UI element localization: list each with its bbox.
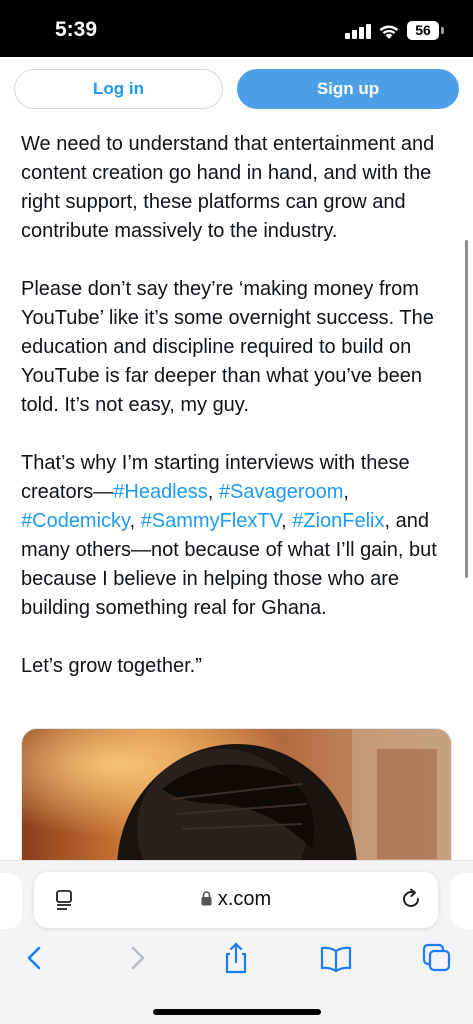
signup-button[interactable]: Sign up [237, 69, 459, 109]
address-bar[interactable]: x.com [34, 872, 438, 928]
hashtag-zionfelix[interactable]: #ZionFelix [292, 510, 384, 532]
forward-icon[interactable] [120, 941, 154, 975]
paragraph-4: Let’s grow together.” [21, 655, 202, 677]
next-tab-peek[interactable] [451, 873, 473, 929]
login-button[interactable]: Log in [14, 69, 223, 109]
status-bar: 5:39 56 [0, 0, 473, 57]
paragraph-3: That’s why I’m starting interviews with … [21, 452, 437, 619]
paragraph-2: Please don’t say they’re ‘making money f… [21, 278, 434, 416]
home-indicator[interactable] [153, 1009, 321, 1015]
back-icon[interactable] [18, 941, 52, 975]
auth-bar: Log in Sign up [0, 57, 473, 121]
hashtag-sammyflextv[interactable]: #SammyFlexTV [141, 510, 281, 532]
wifi-icon [379, 25, 399, 39]
hashtag-headless[interactable]: #Headless [113, 481, 208, 503]
browser-toolbar: x.com [0, 860, 473, 1024]
paragraph-1: We need to understand that entertainment… [21, 133, 435, 242]
share-icon[interactable] [219, 941, 253, 975]
hashtag-savageroom[interactable]: #Savageroom [219, 481, 344, 503]
scroll-indicator[interactable] [465, 240, 468, 578]
bookmarks-icon[interactable] [319, 941, 353, 975]
battery-icon: 56 [407, 21, 439, 40]
previous-tab-peek[interactable] [0, 873, 22, 929]
tabs-icon[interactable] [420, 941, 454, 975]
status-time: 5:39 [55, 18, 98, 41]
post-text: We need to understand that entertainment… [21, 130, 451, 710]
battery-nub [441, 27, 444, 34]
reload-icon[interactable] [400, 888, 422, 910]
url-text: x.com [217, 888, 272, 910]
lock-icon [201, 891, 212, 906]
hashtag-codemicky[interactable]: #Codemicky [21, 510, 130, 532]
signal-icon [345, 23, 371, 39]
url-display[interactable]: x.com [34, 888, 438, 911]
